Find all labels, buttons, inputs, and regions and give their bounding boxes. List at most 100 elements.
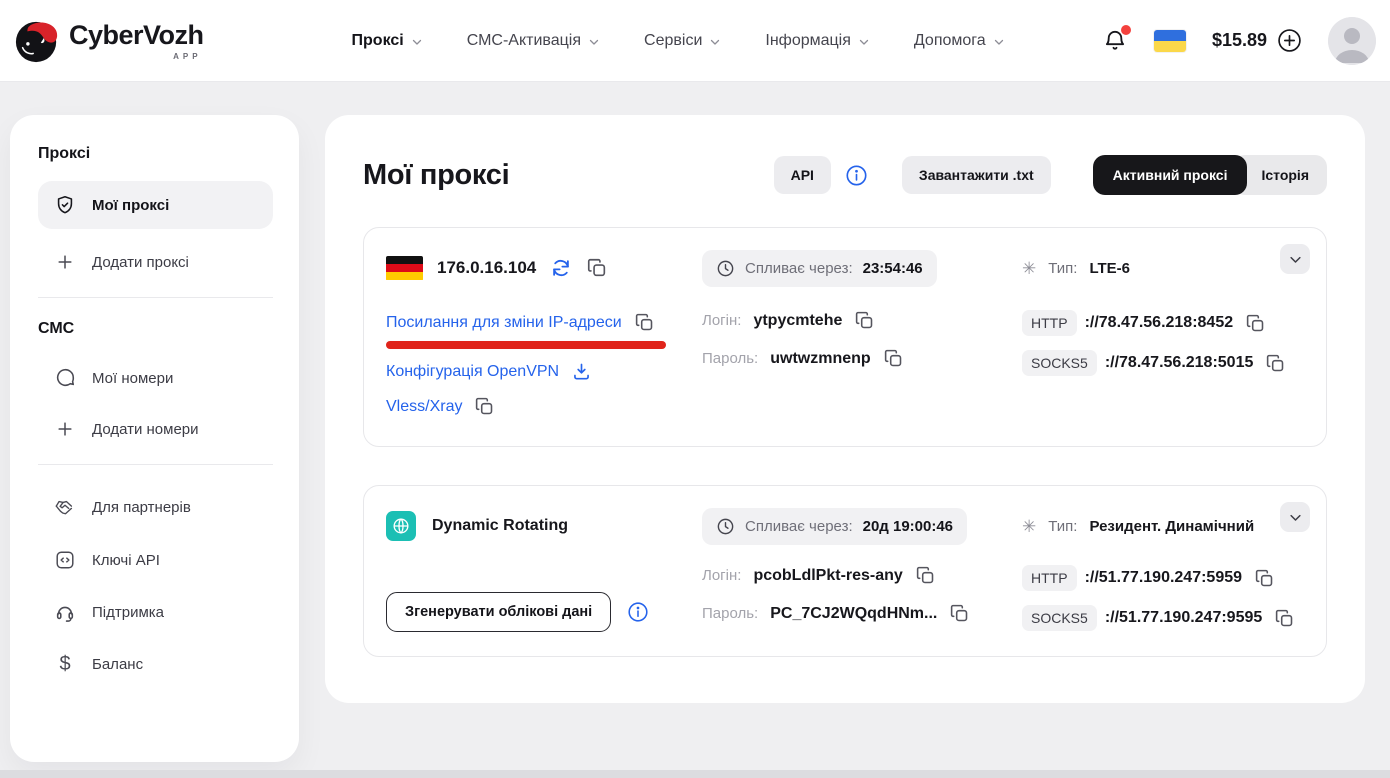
sidebar-item-add-proxy[interactable]: Додати проксі [38, 237, 273, 287]
flag-germany [386, 255, 423, 281]
info-icon[interactable] [845, 164, 868, 187]
download-openvpn-icon[interactable] [571, 361, 592, 382]
clock-icon [716, 517, 735, 536]
chevron-down-icon [858, 36, 870, 48]
change-ip-link[interactable]: Посилання для зміни IP-адреси [386, 314, 622, 332]
sidebar-item-label: Баланс [92, 656, 144, 673]
sidebar-item-balance[interactable]: $ Баланс [38, 638, 273, 691]
proxy-card-dynamic: Dynamic Rotating Згенерувати облікові да… [363, 485, 1327, 657]
sidebar-item-label: Мої проксі [92, 196, 170, 214]
copy-ip-icon[interactable] [586, 257, 608, 279]
header-right-cluster: $15.89 [1102, 16, 1376, 65]
chevron-down-icon [411, 36, 423, 48]
globe-icon [386, 511, 416, 541]
sidebar: Проксі Мої проксі Додати проксі СМС Мої … [10, 115, 299, 762]
language-flag-ukraine[interactable] [1153, 29, 1186, 52]
avatar[interactable] [1328, 16, 1376, 65]
http-tag: HTTP [1022, 310, 1077, 336]
vless-xray-link[interactable]: Vless/Xray [386, 398, 462, 416]
nav-information[interactable]: Інформація [765, 32, 870, 50]
proxy-name: Dynamic Rotating [432, 517, 569, 534]
plus-icon [54, 252, 76, 272]
brand-sub: APP [173, 51, 202, 61]
proxy-view-toggle: Активний проксі Історія [1092, 155, 1327, 195]
nav-information-label: Інформація [765, 31, 851, 49]
tab-active-proxies[interactable]: Активний проксі [1092, 155, 1248, 195]
login-label: Логін: [702, 312, 742, 329]
copy-http-icon[interactable] [1254, 568, 1275, 589]
http-address: ://78.47.56.218:8452 [1084, 314, 1234, 331]
sidebar-item-api-keys[interactable]: Ключі API [38, 534, 273, 586]
socks5-address: ://78.47.56.218:5015 [1104, 354, 1254, 371]
tab-history[interactable]: Історія [1233, 155, 1327, 195]
chat-bubble-icon [54, 367, 76, 389]
copy-http-icon[interactable] [1245, 313, 1266, 334]
copy-socks5-icon[interactable] [1274, 608, 1295, 629]
chevron-down-icon [709, 36, 721, 48]
password-label: Пароль: [702, 605, 759, 622]
nav-sms-label: СМС-Активація [466, 31, 582, 49]
type-label: Тип: [1048, 260, 1078, 277]
generate-credentials-button[interactable]: Згенерувати облікові дані [386, 592, 612, 632]
chevron-down-icon [588, 36, 600, 48]
expires-value: 20д 19:00:46 [862, 518, 954, 535]
expand-card-button[interactable] [1280, 502, 1310, 532]
nav-proxy-label: Проксі [351, 31, 404, 49]
sidebar-item-add-numbers[interactable]: Додати номери [38, 404, 273, 454]
expires-label: Спливає через: [745, 518, 853, 535]
refresh-ip-icon[interactable] [550, 257, 572, 279]
expires-label: Спливає через: [745, 260, 853, 277]
sidebar-item-label: Мої номери [92, 369, 174, 387]
nav-services[interactable]: Сервіси [644, 32, 721, 50]
chevron-down-icon [993, 36, 1005, 48]
brand-logo[interactable]: CyberVozh APP [14, 18, 204, 64]
openvpn-config-link[interactable]: Конфігурація OpenVPN [386, 363, 559, 381]
code-square-icon [54, 549, 76, 571]
copy-socks5-icon[interactable] [1265, 353, 1286, 374]
sidebar-item-support[interactable]: Підтримка [38, 586, 273, 638]
sidebar-item-label: Додати проксі [92, 253, 189, 271]
handshake-icon [54, 496, 76, 519]
sidebar-item-label: Ключі API [92, 551, 160, 569]
top-up-balance-button[interactable] [1277, 28, 1302, 53]
copy-password-icon[interactable] [883, 348, 904, 369]
sidebar-item-my-numbers[interactable]: Мої номери [38, 352, 273, 404]
sidebar-divider [38, 297, 273, 298]
sidebar-item-label: Додати номери [92, 420, 199, 438]
socks5-tag: SOCKS5 [1022, 350, 1097, 376]
sidebar-item-partners[interactable]: Для партнерів [38, 481, 273, 534]
password-value: uwtwzmnenp [770, 349, 871, 367]
copy-change-ip-link-icon[interactable] [634, 312, 655, 333]
copy-login-icon[interactable] [915, 565, 936, 586]
nav-proxy[interactable]: Проксі [352, 32, 423, 50]
download-txt-button[interactable]: Завантажити .txt [901, 156, 1051, 194]
info-icon[interactable] [627, 601, 649, 623]
login-label: Логін: [702, 567, 742, 584]
card-col-right: ✳ Тип: Резидент. Динамічний HTTP ://51.7… [1022, 508, 1302, 632]
notifications-button[interactable] [1102, 24, 1131, 54]
top-header: CyberVozh APP Проксі СМС-Активація Серві… [0, 0, 1390, 82]
login-value: ytpycmtehe [753, 311, 843, 329]
copy-password-icon[interactable] [949, 603, 970, 624]
nav-sms-activation[interactable]: СМС-Активація [467, 32, 600, 50]
copy-vless-icon[interactable] [474, 396, 495, 417]
card-col-middle: Спливає через: 20д 19:00:46 Логін: pcobL… [702, 508, 1022, 632]
type-value: Резидент. Динамічний [1089, 518, 1255, 535]
expires-value: 23:54:46 [862, 260, 923, 277]
copy-login-icon[interactable] [854, 310, 875, 331]
nav-help[interactable]: Допомога [914, 32, 1005, 50]
balance-amount: $15.89 [1211, 30, 1267, 50]
sidebar-item-label: Підтримка [92, 603, 165, 621]
brand-name: CyberVozh [69, 19, 204, 50]
sidebar-item-my-proxies[interactable]: Мої проксі [38, 181, 273, 229]
proxy-ip: 176.0.16.104 [437, 258, 537, 277]
headset-icon [54, 601, 76, 623]
main-panel: Мої проксі API Завантажити .txt Активний… [325, 115, 1365, 703]
main-nav: Проксі СМС-Активація Сервіси Інформація … [352, 32, 1005, 50]
plus-icon [54, 419, 76, 439]
api-button[interactable]: API [773, 156, 831, 194]
nav-help-label: Допомога [913, 31, 986, 49]
expand-card-button[interactable] [1280, 244, 1310, 274]
expires-pill: Спливає через: 20д 19:00:46 [702, 508, 968, 545]
sidebar-divider [38, 464, 273, 465]
